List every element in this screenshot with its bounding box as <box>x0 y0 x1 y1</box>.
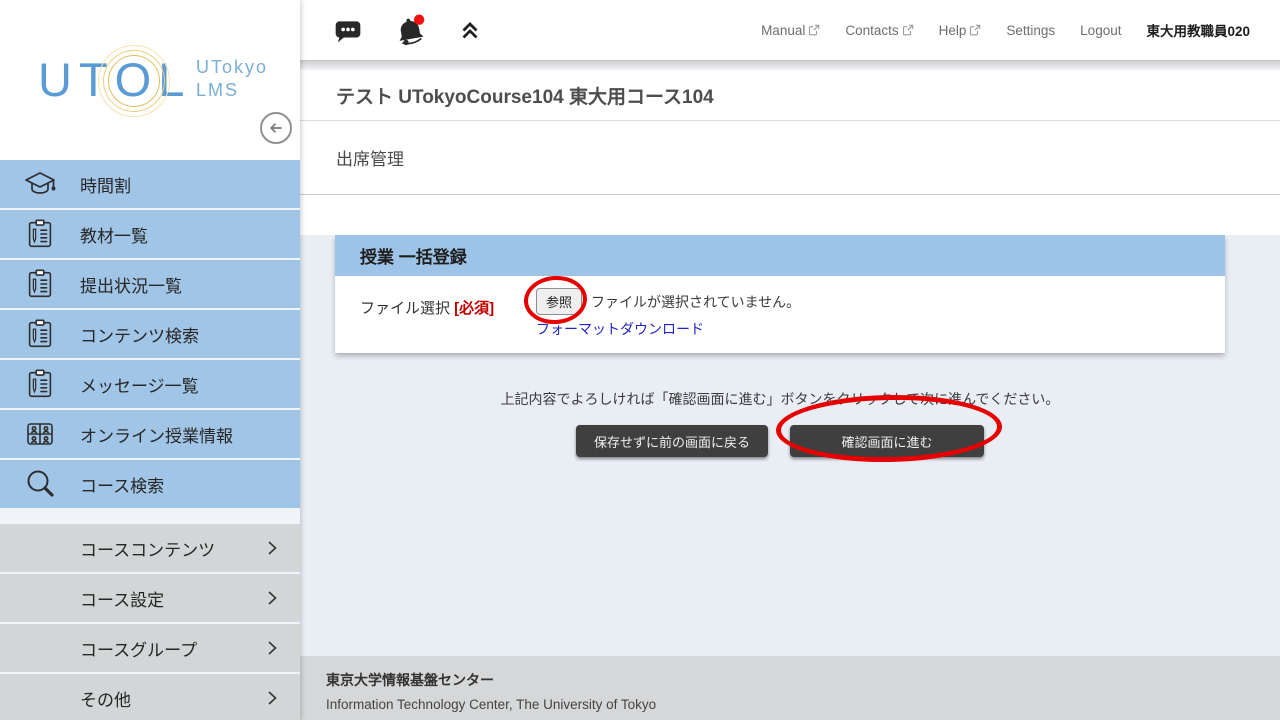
navbar-shadow <box>300 60 1280 70</box>
external-link-icon <box>902 24 914 36</box>
manual-link[interactable]: Manual <box>761 23 820 38</box>
sidebar-item-submission-status[interactable]: 提出状況一覧 <box>0 260 300 308</box>
user-name: 東大用教職員020 <box>1146 20 1250 40</box>
sidebar: UTOL UTokyo LMS 時間割 <box>0 0 300 720</box>
panel-body: ファイル選択 [必須] 参照 ファイルが選択されていません。 フォーマットダウン… <box>335 276 1225 353</box>
clipboard-icon <box>0 317 80 351</box>
video-grid-icon <box>0 416 80 452</box>
clipboard-icon <box>0 267 80 301</box>
search-icon <box>0 466 80 502</box>
navbar-links: Manual Contacts Help <box>761 20 1280 40</box>
sidebar-item-content-search[interactable]: コンテンツ検索 <box>0 310 300 358</box>
instruction-text: 上記内容でよろしければ「確認画面に進む」ボタンをクリックして次に進んでください。 <box>335 389 1225 409</box>
sidebar-item-label: オンライン授業情報 <box>80 422 233 447</box>
sidebar-collapse-button[interactable] <box>260 112 292 144</box>
main-area: Manual Contacts Help <box>300 0 1280 720</box>
navbar-icons <box>300 13 483 47</box>
sidebar-item-course-contents[interactable]: コースコンテンツ <box>0 524 300 572</box>
logo-letter: T <box>79 52 115 107</box>
required-badge: [必須] <box>454 300 494 317</box>
notifications-bell-icon[interactable] <box>393 13 427 47</box>
logo-subtitle: UTokyo LMS <box>196 56 268 102</box>
sidebar-item-label: コースグループ <box>80 636 197 661</box>
chevron-right-icon <box>266 690 278 706</box>
sidebar-item-course-search[interactable]: コース検索 <box>0 460 300 508</box>
sidebar-item-label: 提出状況一覧 <box>80 272 182 297</box>
collapse-header-icon[interactable] <box>457 16 483 44</box>
sidebar-menu: 時間割 教材一覧 提出状況一覧 <box>0 160 300 720</box>
sidebar-item-others[interactable]: その他 <box>0 674 300 720</box>
logout-link[interactable]: Logout <box>1080 23 1121 38</box>
file-select-label: ファイル選択 [必須] <box>360 288 536 339</box>
top-navbar: Manual Contacts Help <box>300 0 1280 60</box>
graduation-cap-icon <box>0 166 80 202</box>
footer-org-en: Information Technology Center, The Unive… <box>326 697 1250 712</box>
no-file-selected-text: ファイルが選択されていません。 <box>591 292 800 312</box>
sidebar-divider <box>0 510 300 524</box>
logo-block: UTOL UTokyo LMS <box>0 0 300 160</box>
sidebar-item-materials[interactable]: 教材一覧 <box>0 210 300 258</box>
sidebar-item-label: コンテンツ検索 <box>80 322 199 347</box>
sidebar-item-messages[interactable]: メッセージ一覧 <box>0 360 300 408</box>
sidebar-item-label: コースコンテンツ <box>80 536 215 561</box>
content-area: 授業 一括登録 ファイル選択 [必須] 参照 ファイルが選択されていません。 <box>300 235 1280 656</box>
sidebar-item-label: コース検索 <box>80 472 164 497</box>
sidebar-item-course-group[interactable]: コースグループ <box>0 624 300 672</box>
sidebar-item-label: その他 <box>80 686 131 711</box>
action-buttons: 保存せずに前の画面に戻る 確認画面に進む <box>335 425 1225 457</box>
page-title: 出席管理 <box>336 145 404 170</box>
logo-letter: U <box>38 52 79 107</box>
format-download-link[interactable]: フォーマットダウンロード <box>536 319 800 339</box>
sidebar-item-course-settings[interactable]: コース設定 <box>0 574 300 622</box>
settings-link[interactable]: Settings <box>1006 23 1055 38</box>
notification-dot <box>414 14 424 24</box>
browse-button[interactable]: 参照 <box>536 288 582 315</box>
contacts-link[interactable]: Contacts <box>845 23 913 38</box>
panel-title: 授業 一括登録 <box>360 243 467 268</box>
footer-org-jp: 東京大学情報基盤センター <box>326 670 1250 690</box>
clipboard-icon <box>0 367 80 401</box>
proceed-to-confirm-button[interactable]: 確認画面に進む <box>790 425 984 457</box>
chevron-right-icon <box>266 640 278 656</box>
external-link-icon <box>969 24 981 36</box>
help-link[interactable]: Help <box>939 23 982 38</box>
sidebar-item-online-class-info[interactable]: オンライン授業情報 <box>0 410 300 458</box>
footer: 東京大学情報基盤センター Information Technology Cent… <box>300 656 1280 720</box>
arrow-left-icon <box>267 119 285 137</box>
chat-icon[interactable] <box>333 15 363 45</box>
page: UTOL UTokyo LMS 時間割 <box>0 0 1280 720</box>
clipboard-icon <box>0 217 80 251</box>
sidebar-item-timetable[interactable]: 時間割 <box>0 160 300 208</box>
panel-header: 授業 一括登録 <box>335 235 1225 276</box>
bulk-register-panel: 授業 一括登録 ファイル選択 [必須] 参照 ファイルが選択されていません。 <box>335 235 1225 353</box>
course-title-bar: テスト UTokyoCourse104 東大用コース104 <box>300 70 1280 121</box>
utol-logo[interactable]: UTOL <box>38 52 191 107</box>
section-title-bar: 出席管理 <box>300 121 1280 195</box>
external-link-icon <box>808 24 820 36</box>
file-input: 参照 ファイルが選択されていません。 <box>536 288 800 315</box>
chevron-right-icon <box>266 540 278 556</box>
sidebar-item-label: 時間割 <box>80 172 131 197</box>
sidebar-item-label: 教材一覧 <box>80 222 148 247</box>
chevron-right-icon <box>266 590 278 606</box>
logo-letter-o: O <box>115 52 159 107</box>
sidebar-item-label: メッセージ一覧 <box>80 372 199 397</box>
back-without-save-button[interactable]: 保存せずに前の画面に戻る <box>576 425 768 457</box>
course-title: テスト UTokyoCourse104 東大用コース104 <box>336 82 714 109</box>
sidebar-item-label: コース設定 <box>80 586 164 611</box>
logo-letter: L <box>158 52 191 107</box>
